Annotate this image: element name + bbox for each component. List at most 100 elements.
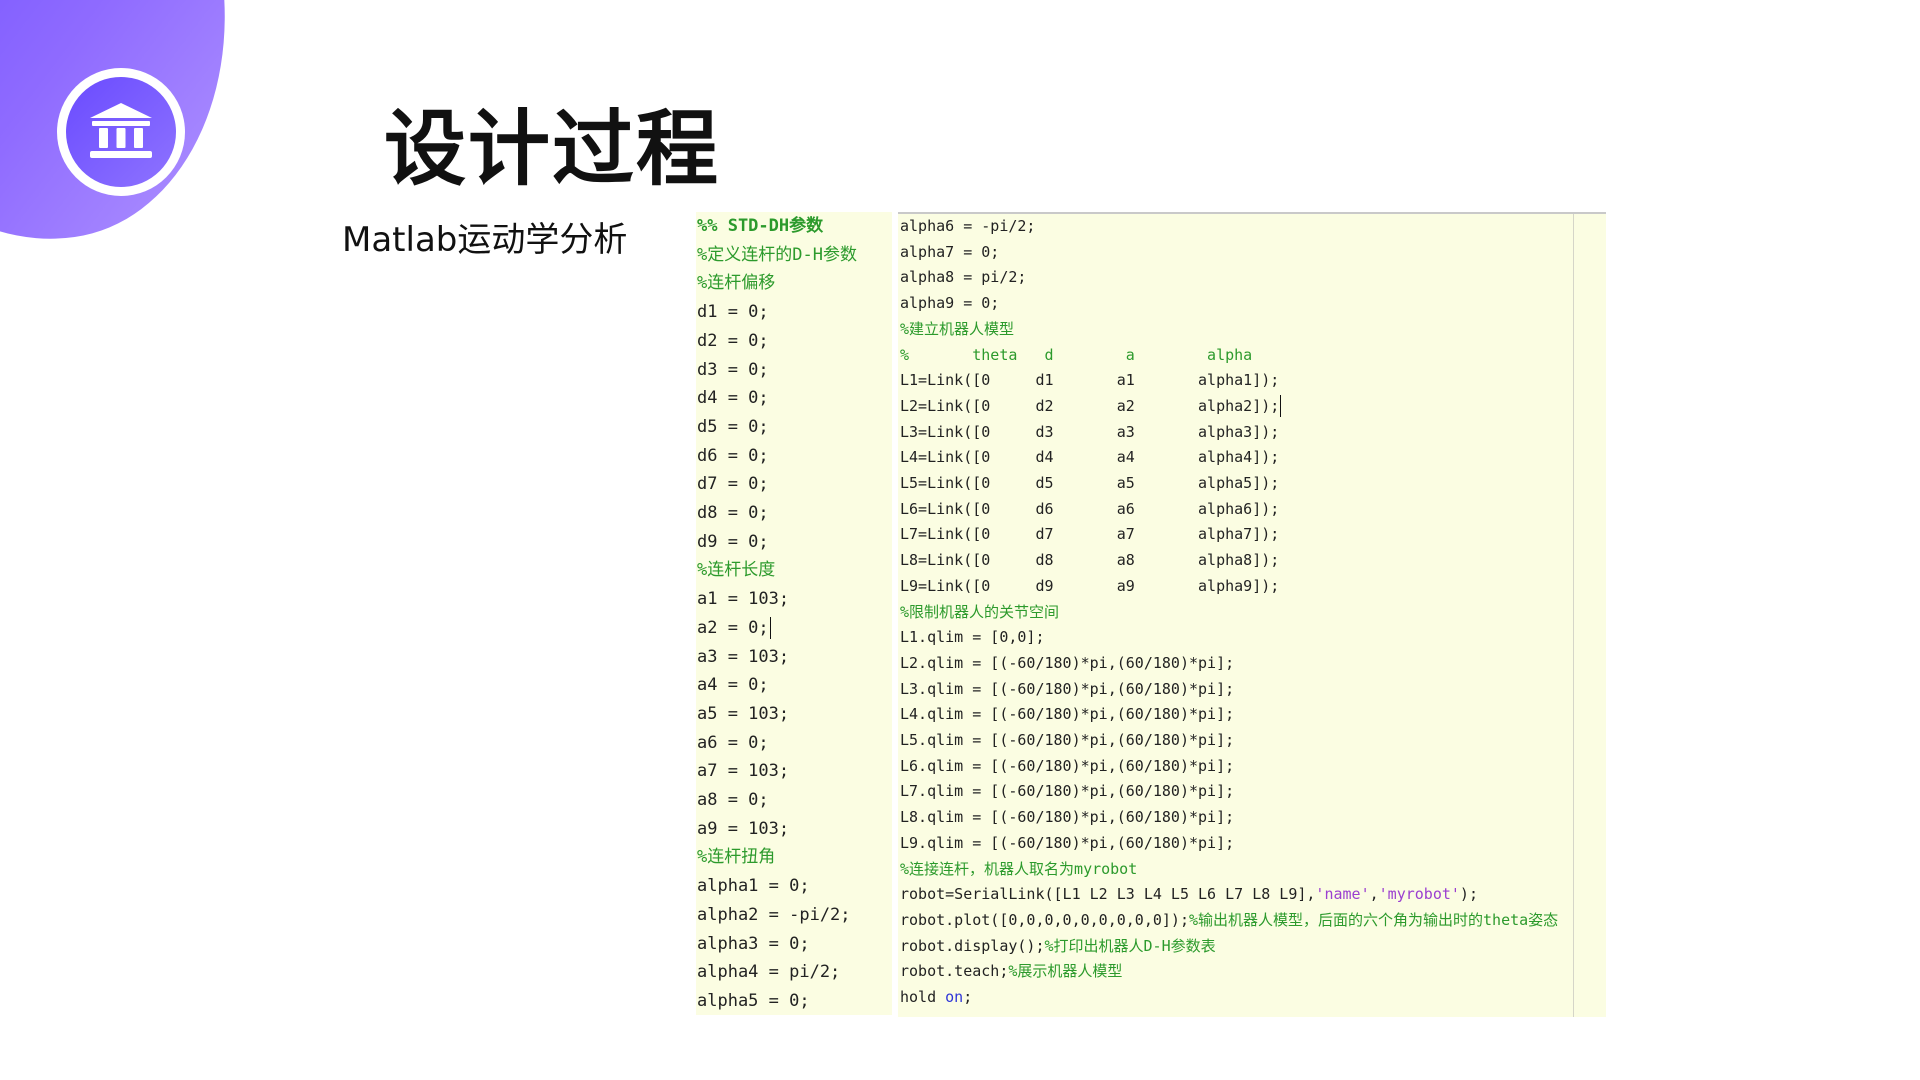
code-line: %连接连杆，机器人取名为myrobot xyxy=(898,857,1137,883)
code-line: alpha7 = 0; xyxy=(898,240,999,266)
code-segment: L8=Link([0 d8 a8 alpha8]); xyxy=(900,551,1280,570)
code-line: %建立机器人模型 xyxy=(898,317,1014,343)
code-segment: %建立机器人模型 xyxy=(900,319,1015,338)
logo-badge xyxy=(57,68,185,196)
code-text: alpha3 = 0; xyxy=(697,933,810,954)
code-panel-left: %% STD-DH参数 %定义连杆的D-H参数 %连杆偏移 d1 = 0; d2 = 0… xyxy=(696,212,892,1015)
code-line: alpha3 = 0; xyxy=(696,930,810,959)
code-line: d2 = 0; xyxy=(696,327,769,356)
code-line: L5.qlim = [(-60/180)*pi,(60/180)*pi]; xyxy=(898,728,1234,754)
code-line: L7=Link([0 d7 a7 alpha7]); xyxy=(898,522,1279,548)
code-segment: L6=Link([0 d6 a6 alpha6]); xyxy=(900,499,1280,518)
code-segment: alpha8 = pi/2; xyxy=(900,268,1027,287)
code-text: a3 = 103; xyxy=(697,646,790,667)
code-segment: robot.teach; xyxy=(900,962,1009,981)
code-line: %连杆扭角 xyxy=(696,843,775,872)
code-segment: alpha7 = 0; xyxy=(900,242,1000,261)
code-line: alpha8 = pi/2; xyxy=(898,265,1026,291)
code-segment: L6.qlim = [(-60/180)*pi,(60/180)*pi]; xyxy=(900,756,1235,775)
code-text: d9 = 0; xyxy=(697,531,769,552)
code-segment: L2=Link([0 d2 a2 alpha2]); xyxy=(900,396,1280,415)
code-line: L8=Link([0 d8 a8 alpha8]); xyxy=(898,548,1279,574)
code-segment: L7=Link([0 d7 a7 alpha7]); xyxy=(900,525,1280,544)
code-segment: % theta d a alpha xyxy=(900,345,1253,364)
code-segment: ; xyxy=(963,988,973,1006)
code-line: alpha1 = 0; xyxy=(696,872,810,901)
code-line: a8 = 0; xyxy=(696,786,769,815)
code-line: % theta d a alpha xyxy=(898,343,1252,369)
code-line: d3 = 0; xyxy=(696,356,769,385)
code-line: alpha2 = -pi/2; xyxy=(696,901,851,930)
code-text: d1 = 0; xyxy=(697,302,769,323)
code-segment: L4.qlim = [(-60/180)*pi,(60/180)*pi]; xyxy=(900,705,1235,724)
code-segment: robot=SerialLink([L1 L2 L3 L4 L5 L6 L7 L… xyxy=(900,885,1316,904)
code-segment: 'name' xyxy=(1315,885,1370,904)
code-line: robot.teach;%展示机器人模型 xyxy=(898,959,1122,985)
code-line: robot.display();%打印出机器人D-H参数表 xyxy=(898,934,1216,960)
text-caret xyxy=(1280,395,1282,418)
code-text: alpha5 = 0; xyxy=(697,990,810,1011)
code-line: hold on; xyxy=(898,985,972,1011)
code-line: L4=Link([0 d4 a4 alpha4]); xyxy=(898,445,1279,471)
code-text: %定义连杆的D-H参数 xyxy=(697,244,857,265)
code-text: d5 = 0; xyxy=(697,416,769,437)
code-segment: L3.qlim = [(-60/180)*pi,(60/180)*pi]; xyxy=(900,679,1235,698)
code-segment: %展示机器人模型 xyxy=(1008,962,1123,981)
code-segment: robot.display(); xyxy=(900,936,1045,955)
code-text: alpha2 = -pi/2; xyxy=(697,904,851,925)
code-segment: , xyxy=(1369,885,1379,904)
code-line: %定义连杆的D-H参数 xyxy=(696,241,857,270)
code-line: L7.qlim = [(-60/180)*pi,(60/180)*pi]; xyxy=(898,779,1234,805)
code-line: %% STD-DH参数 xyxy=(696,212,823,241)
code-text: a1 = 103; xyxy=(697,589,790,610)
code-line: a9 = 103; xyxy=(696,815,789,844)
code-text: d8 = 0; xyxy=(697,503,769,523)
code-text: %% STD-DH参数 xyxy=(697,216,824,236)
code-panel-right: alpha6 = -pi/2; alpha7 = 0; alpha8 = pi/2;… xyxy=(898,212,1606,1017)
institution-icon xyxy=(90,103,152,158)
text-caret xyxy=(769,616,771,639)
code-text: %连杆扭角 xyxy=(697,847,776,868)
code-line: L1.qlim = [0,0]; xyxy=(898,625,1045,651)
code-line: L8.qlim = [(-60/180)*pi,(60/180)*pi]; xyxy=(898,805,1234,831)
code-segment: hold xyxy=(900,988,946,1006)
code-line: L2.qlim = [(-60/180)*pi,(60/180)*pi]; xyxy=(898,651,1234,677)
code-text: d3 = 0; xyxy=(697,359,769,380)
code-line: L6=Link([0 d6 a6 alpha6]); xyxy=(898,497,1279,523)
code-text: alpha4 = pi/2; xyxy=(697,962,841,983)
code-text: d7 = 0; xyxy=(697,474,769,495)
code-text: %连杆长度 xyxy=(697,560,776,581)
page-title: 设计过程 xyxy=(384,102,721,197)
code-segment: L9.qlim = [(-60/180)*pi,(60/180)*pi]; xyxy=(900,833,1235,852)
code-line: alpha4 = pi/2; xyxy=(696,958,840,987)
code-line: d1 = 0; xyxy=(696,298,769,327)
code-segment: L7.qlim = [(-60/180)*pi,(60/180)*pi]; xyxy=(900,782,1235,801)
code-line: L9.qlim = [(-60/180)*pi,(60/180)*pi]; xyxy=(898,831,1234,857)
code-line: a2 = 0; xyxy=(696,614,771,643)
code-segment: L2.qlim = [(-60/180)*pi,(60/180)*pi]; xyxy=(900,653,1235,672)
code-line: a4 = 0; xyxy=(696,671,769,700)
code-line: L9=Link([0 d9 a9 alpha9]); xyxy=(898,574,1279,600)
code-segment: on xyxy=(945,988,964,1006)
code-line: robot.plot([0,0,0,0,0,0,0,0,0]);%输出机器人模型… xyxy=(898,908,1558,934)
code-line: d6 = 0; xyxy=(696,442,769,471)
code-line: L4.qlim = [(-60/180)*pi,(60/180)*pi]; xyxy=(898,702,1234,728)
code-segment: alpha9 = 0; xyxy=(900,294,1000,313)
code-segment: %连接连杆，机器人取名为myrobot xyxy=(900,859,1138,878)
code-segment: %输出机器人模型，后面的六个角为输出时的theta姿态 xyxy=(1188,910,1559,929)
code-line: L3=Link([0 d3 a3 alpha3]); xyxy=(898,420,1279,446)
code-line: d5 = 0; xyxy=(696,413,769,442)
code-line: alpha6 = -pi/2; xyxy=(898,214,1035,240)
code-line: a1 = 103; xyxy=(696,585,789,614)
code-segment: L8.qlim = [(-60/180)*pi,(60/180)*pi]; xyxy=(900,808,1235,827)
code-line: %限制机器人的关节空间 xyxy=(898,600,1059,626)
code-line: alpha9 = 0; xyxy=(898,291,999,317)
code-text: alpha1 = 0; xyxy=(697,876,810,897)
code-line: L6.qlim = [(-60/180)*pi,(60/180)*pi]; xyxy=(898,754,1234,780)
code-line: L2=Link([0 d2 a2 alpha2]); xyxy=(898,394,1282,420)
code-text: d6 = 0; xyxy=(697,445,769,466)
code-line: alpha5 = 0; xyxy=(696,987,810,1015)
code-text: %连杆偏移 xyxy=(697,273,776,294)
code-line: d4 = 0; xyxy=(696,384,769,413)
code-segment: L4=Link([0 d4 a4 alpha4]); xyxy=(900,448,1280,467)
